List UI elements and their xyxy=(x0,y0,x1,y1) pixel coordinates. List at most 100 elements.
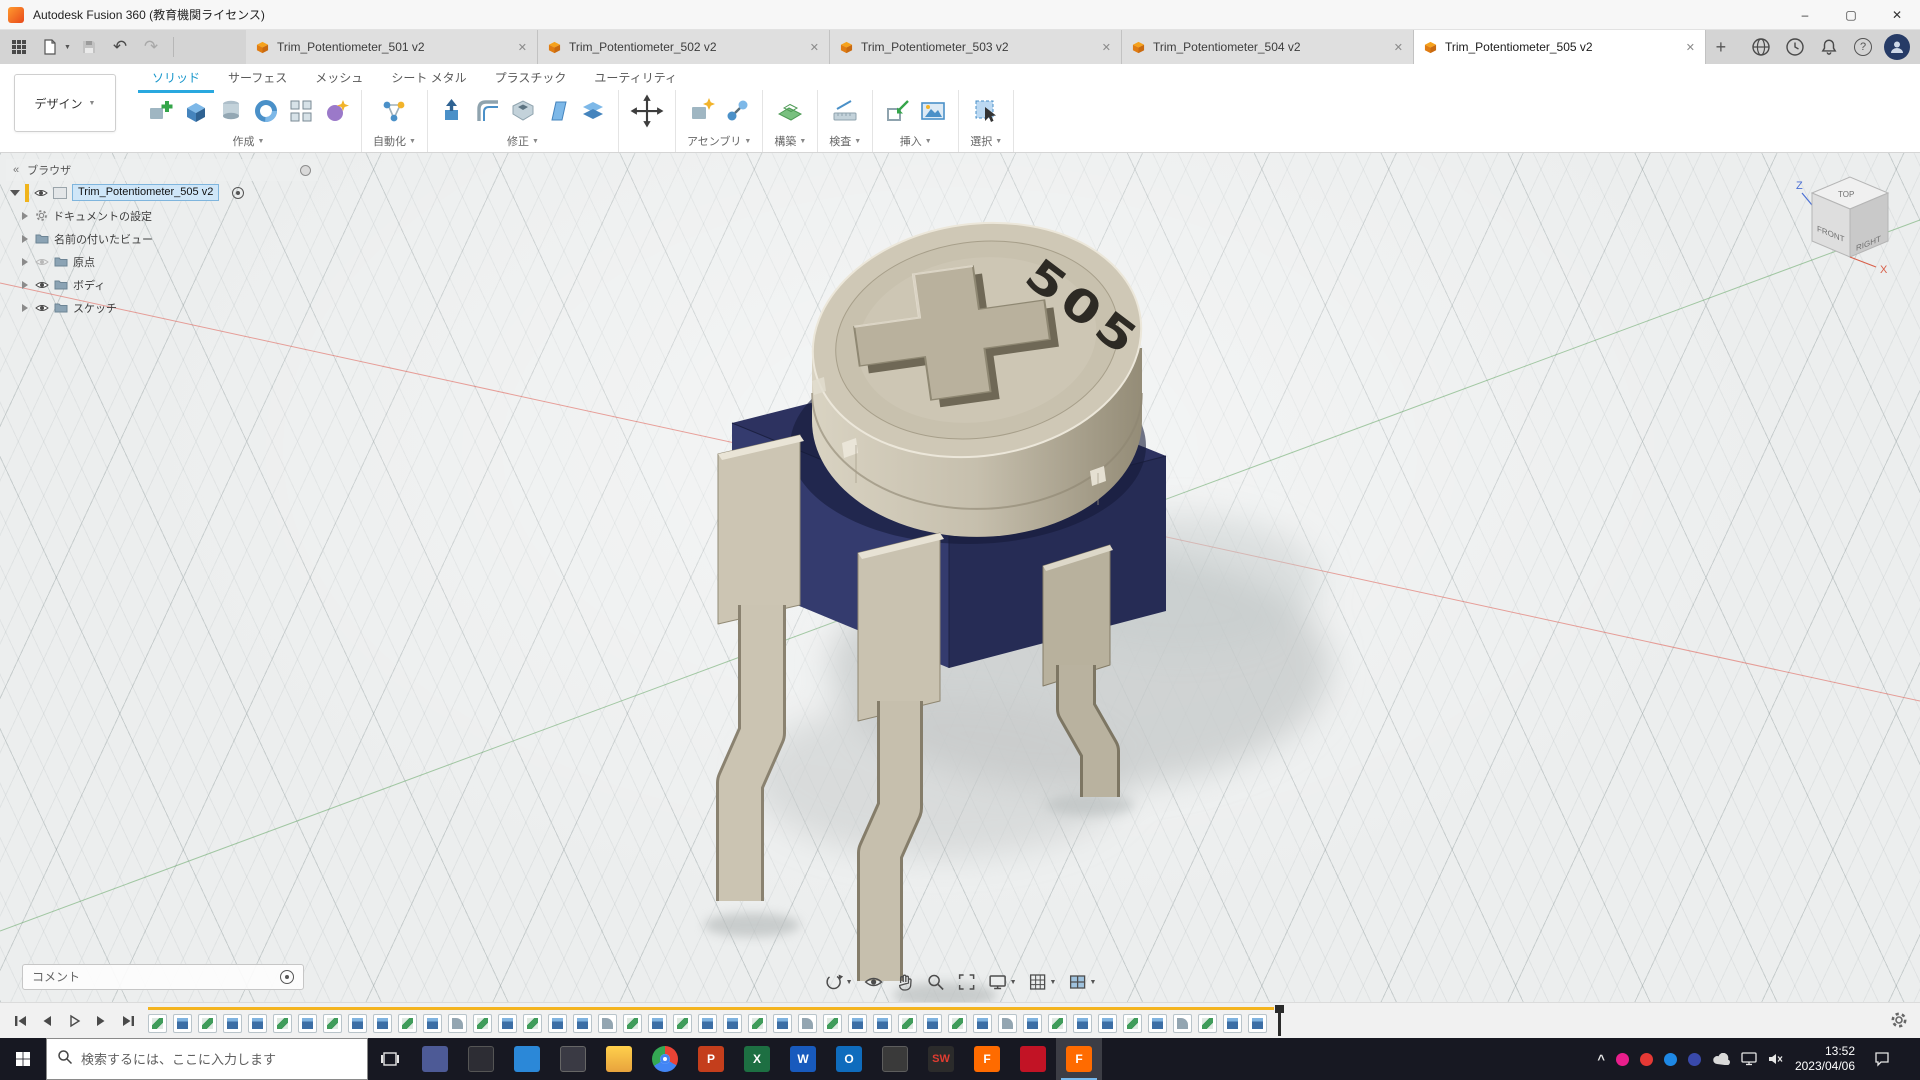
group-insert-label[interactable]: 挿入 ▼ xyxy=(900,133,932,149)
fillet-icon[interactable] xyxy=(474,97,502,125)
expander-closed-icon[interactable] xyxy=(22,257,28,266)
view-cube[interactable]: Z TOP FRONT RIGHT X xyxy=(1788,163,1904,279)
revolve-icon[interactable] xyxy=(217,97,245,125)
start-button[interactable] xyxy=(0,1038,46,1080)
timeline-feature-extrude[interactable] xyxy=(498,1013,517,1033)
job-status-icon[interactable] xyxy=(1782,34,1808,60)
user-avatar[interactable] xyxy=(1884,34,1910,60)
browser-root-row[interactable]: Trim_Potentiometer_505 v2 xyxy=(6,181,318,204)
display-settings-button[interactable]: ▼ xyxy=(986,970,1019,994)
fit-button[interactable] xyxy=(955,970,979,994)
taskbar-app-solidworks[interactable]: SW xyxy=(918,1038,964,1080)
taskbar-app-outlook[interactable]: O xyxy=(826,1038,872,1080)
help-icon[interactable]: ? xyxy=(1850,34,1876,60)
group-inspect-label[interactable]: 検査 ▼ xyxy=(829,133,861,149)
search-input[interactable] xyxy=(81,1051,357,1067)
timeline-feature-extrude[interactable] xyxy=(973,1013,992,1033)
workspace-dropdown[interactable]: デザイン ▼ xyxy=(14,74,116,132)
timeline-feature-extrude[interactable] xyxy=(248,1013,267,1033)
joint-icon[interactable] xyxy=(723,97,751,125)
timeline-feature-sketch[interactable] xyxy=(323,1013,342,1033)
timeline-feature-sketch[interactable] xyxy=(748,1013,767,1033)
undo-icon[interactable]: ↶ xyxy=(107,34,133,60)
timeline-feature-extrude[interactable] xyxy=(1098,1013,1117,1033)
visibility-eye-off-icon[interactable] xyxy=(35,257,49,267)
document-tab-505-active[interactable]: Trim_Potentiometer_505 v2 ✕ xyxy=(1413,30,1706,64)
select-icon[interactable] xyxy=(972,97,1000,125)
maximize-button[interactable]: ▢ xyxy=(1828,0,1874,29)
tray-status-icon-4[interactable] xyxy=(1687,1052,1701,1066)
timeline-feature-fillet[interactable] xyxy=(1173,1013,1192,1033)
tab-close-icon[interactable]: ✕ xyxy=(1102,41,1111,54)
tab-mesh[interactable]: メッシュ xyxy=(301,66,377,93)
automate-icon[interactable] xyxy=(380,97,408,125)
timeline-feature-sketch[interactable] xyxy=(148,1013,167,1033)
timeline-feature-extrude[interactable] xyxy=(723,1013,742,1033)
timeline-feature-fillet[interactable] xyxy=(598,1013,617,1033)
timeline-feature-sketch[interactable] xyxy=(198,1013,217,1033)
split-body-icon[interactable] xyxy=(579,97,607,125)
timeline-feature-sketch[interactable] xyxy=(1198,1013,1217,1033)
viewports-button[interactable]: ▼ xyxy=(1065,970,1098,994)
taskbar-app-powerpoint[interactable]: P xyxy=(688,1038,734,1080)
insert-mesh-icon[interactable] xyxy=(884,97,912,125)
timeline-position-marker[interactable] xyxy=(1275,1005,1284,1036)
tab-close-icon[interactable]: ✕ xyxy=(810,41,819,54)
viewport[interactable]: 505 Z TOP FRONT RIGHT X « ブラウザ Trim_Pote… xyxy=(0,153,1920,1002)
display-tray-icon[interactable] xyxy=(1741,1052,1757,1066)
new-component-icon[interactable] xyxy=(147,97,175,125)
expander-closed-icon[interactable] xyxy=(22,303,28,312)
expander-closed-icon[interactable] xyxy=(22,211,28,220)
assembly-new-component-icon[interactable] xyxy=(688,97,716,125)
group-construct-label[interactable]: 構築 ▼ xyxy=(774,133,806,149)
comment-target-icon[interactable] xyxy=(280,970,294,984)
timeline-feature-extrude[interactable] xyxy=(698,1013,717,1033)
step-back-icon[interactable] xyxy=(37,1011,57,1031)
new-tab-button[interactable]: + xyxy=(1706,30,1736,64)
skip-to-start-icon[interactable] xyxy=(10,1011,30,1031)
save-icon[interactable] xyxy=(76,34,102,60)
taskbar-app-fusion[interactable]: F xyxy=(1056,1038,1102,1080)
skip-to-end-icon[interactable] xyxy=(118,1011,138,1031)
taskbar-app-mail[interactable] xyxy=(504,1038,550,1080)
potentiometer-model[interactable]: 505 xyxy=(716,202,1167,981)
timeline-feature-extrude[interactable] xyxy=(548,1013,567,1033)
expander-open-icon[interactable] xyxy=(10,189,20,196)
timeline-feature-extrude[interactable] xyxy=(648,1013,667,1033)
timeline-feature-extrude[interactable] xyxy=(1148,1013,1167,1033)
expander-closed-icon[interactable] xyxy=(22,234,28,243)
timeline-feature-extrude[interactable] xyxy=(223,1013,242,1033)
timeline-feature-sketch[interactable] xyxy=(398,1013,417,1033)
visibility-eye-icon[interactable] xyxy=(35,303,49,313)
orbit-button[interactable]: ▼ xyxy=(822,970,855,994)
step-forward-icon[interactable] xyxy=(91,1011,111,1031)
action-center-icon[interactable] xyxy=(1866,1051,1898,1067)
timeline-feature-extrude[interactable] xyxy=(773,1013,792,1033)
tab-plastic[interactable]: プラスチック xyxy=(481,66,581,93)
notifications-bell-icon[interactable] xyxy=(1816,34,1842,60)
browser-filter-icon[interactable] xyxy=(300,164,311,176)
create-form-icon[interactable] xyxy=(322,97,350,125)
timeline-feature-extrude[interactable] xyxy=(373,1013,392,1033)
browser-root-label[interactable]: Trim_Potentiometer_505 v2 xyxy=(72,184,220,201)
onedrive-cloud-icon[interactable] xyxy=(1712,1053,1730,1065)
timeline-feature-sketch[interactable] xyxy=(273,1013,292,1033)
extrude-icon[interactable] xyxy=(182,97,210,125)
grid-settings-button[interactable]: ▼ xyxy=(1026,970,1059,994)
timeline-feature-sketch[interactable] xyxy=(623,1013,642,1033)
document-tab-502[interactable]: Trim_Potentiometer_502 v2 ✕ xyxy=(537,30,830,64)
browser-item-named-views[interactable]: 名前の付いたビュー xyxy=(6,227,318,250)
timeline-feature-sketch[interactable] xyxy=(673,1013,692,1033)
volume-mute-icon[interactable] xyxy=(1768,1053,1784,1065)
taskbar-app-excel[interactable]: X xyxy=(734,1038,780,1080)
comment-input[interactable] xyxy=(32,970,280,984)
tab-utility[interactable]: ユーティリティ xyxy=(580,66,691,93)
document-tab-503[interactable]: Trim_Potentiometer_503 v2 ✕ xyxy=(829,30,1122,64)
taskbar-app-cad[interactable] xyxy=(1010,1038,1056,1080)
timeline-settings-gear-icon[interactable] xyxy=(1890,1011,1908,1029)
look-at-button[interactable] xyxy=(862,970,886,994)
tray-status-icon-3[interactable] xyxy=(1663,1052,1677,1066)
timeline-feature-sketch[interactable] xyxy=(523,1013,542,1033)
insert-canvas-icon[interactable] xyxy=(919,97,947,125)
pattern-icon[interactable] xyxy=(287,97,315,125)
